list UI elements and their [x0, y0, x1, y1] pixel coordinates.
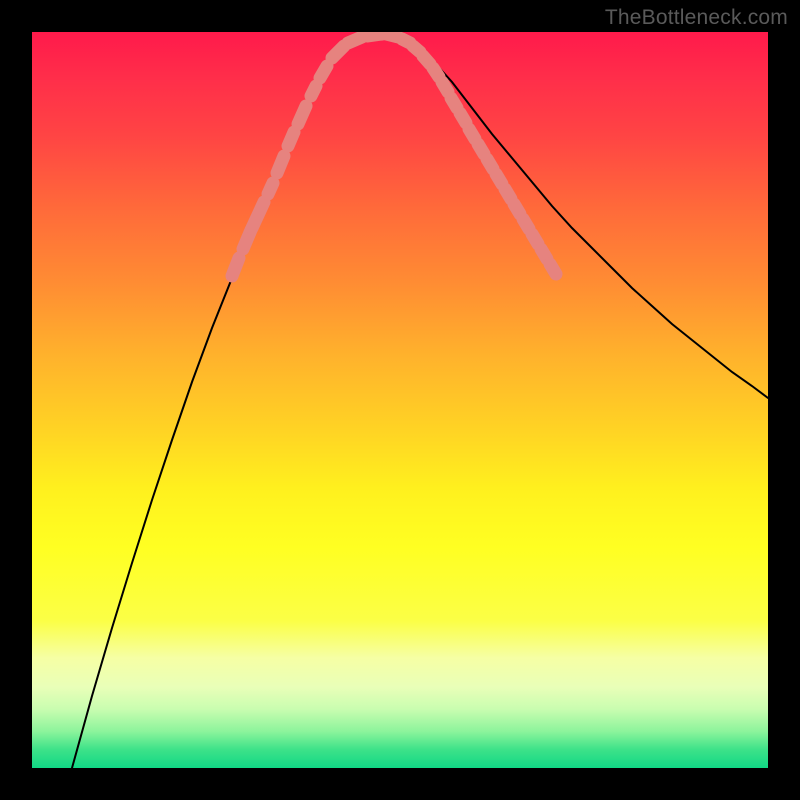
overlay-segment	[514, 204, 520, 214]
overlay-segment	[423, 56, 430, 64]
overlay-segment	[469, 129, 475, 139]
chart-svg	[32, 32, 768, 768]
overlay-segment	[277, 156, 284, 173]
overlay-segment	[460, 113, 466, 123]
overlay-segment	[332, 46, 344, 58]
overlay-segment	[478, 144, 484, 154]
overlay-segment	[268, 183, 273, 194]
plot-area	[32, 32, 768, 768]
overlay-segment	[505, 189, 511, 199]
watermark-text: TheBottleneck.com	[605, 6, 788, 30]
overlay-segment	[496, 174, 502, 184]
overlay-segment	[487, 159, 493, 169]
overlay-segment	[311, 86, 316, 96]
overlay-segment	[451, 98, 457, 108]
chart-frame: TheBottleneck.com	[0, 0, 800, 800]
overlay-segment	[298, 106, 306, 124]
overlay-segment	[550, 264, 556, 274]
overlay-markers	[232, 34, 556, 276]
overlay-segment	[541, 249, 547, 259]
overlay-segment	[288, 132, 294, 146]
overlay-segment	[532, 234, 538, 244]
overlay-segment	[442, 82, 448, 92]
overlay-segment	[232, 258, 239, 276]
overlay-segment	[348, 37, 362, 43]
overlay-segment	[252, 202, 264, 228]
bottleneck-curve	[72, 34, 768, 768]
overlay-segment	[320, 66, 327, 78]
overlay-segment	[433, 68, 439, 77]
overlay-segment	[523, 219, 529, 229]
